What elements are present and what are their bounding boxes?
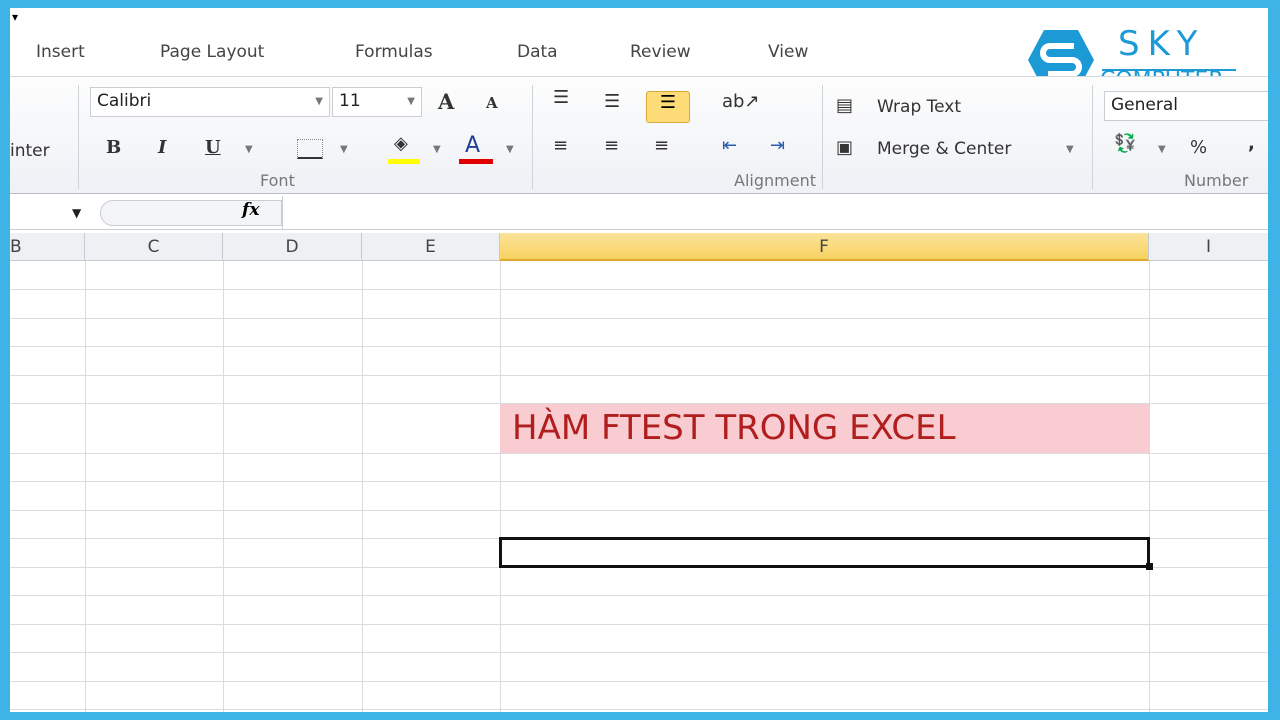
formula-bar: ▼ fx	[10, 196, 1268, 230]
quick-access-dropdown-icon[interactable]: ▾	[12, 10, 18, 24]
column-header-i[interactable]: I	[1149, 233, 1268, 261]
chevron-down-icon: ▼	[407, 96, 415, 107]
orientation-icon[interactable]: ab↗	[722, 91, 760, 112]
title-cell[interactable]: HÀM FTEST TRONG EXCEL	[500, 404, 1149, 453]
bold-button[interactable]: B	[106, 137, 121, 158]
column-header-d[interactable]: D	[223, 233, 362, 261]
selected-cell[interactable]	[499, 537, 1150, 568]
column-header-e[interactable]: E	[362, 233, 500, 261]
name-box-dropdown-icon[interactable]: ▼	[72, 206, 81, 220]
merge-dropdown-icon[interactable]: ▼	[1066, 144, 1074, 155]
column-header-c[interactable]: C	[85, 233, 223, 261]
chevron-down-icon: ▼	[315, 96, 323, 107]
fill-handle[interactable]	[1146, 563, 1153, 570]
merge-center-button[interactable]: Merge & Center	[877, 139, 1011, 159]
font-color-button[interactable]: A	[465, 133, 480, 158]
align-middle-icon[interactable]: ☰	[604, 91, 620, 112]
tab-formulas[interactable]: Formulas	[355, 42, 433, 62]
format-painter-button[interactable]: inter	[10, 141, 50, 161]
currency-format-icon[interactable]: 💱	[1114, 133, 1136, 154]
tab-view[interactable]: View	[768, 42, 808, 62]
comma-button[interactable]: ,	[1248, 133, 1255, 154]
align-center-icon[interactable]: ≡	[604, 135, 619, 156]
tab-page-layout[interactable]: Page Layout	[160, 42, 264, 62]
fill-color-dropdown-icon[interactable]: ▼	[433, 144, 441, 155]
align-bottom-button[interactable]: ☰	[646, 91, 690, 123]
font-color-swatch	[459, 159, 493, 164]
logo-text-sky: SKY	[1118, 24, 1206, 64]
merge-center-icon: ▣	[836, 137, 854, 158]
underline-button[interactable]: U	[205, 137, 221, 158]
tab-insert[interactable]: Insert	[36, 42, 85, 62]
tab-data[interactable]: Data	[517, 42, 558, 62]
shrink-font-button[interactable]: A	[486, 94, 498, 112]
font-size-select[interactable]: 11 ▼	[332, 87, 422, 117]
column-headers: B C D E F I	[10, 233, 1268, 261]
font-size-value: 11	[339, 91, 361, 111]
number-group-label: Number	[1184, 171, 1249, 190]
grow-font-button[interactable]: A	[438, 89, 454, 114]
increase-indent-icon[interactable]: ⇥	[770, 135, 785, 156]
font-name-select[interactable]: Calibri ▼	[90, 87, 330, 117]
formula-input[interactable]	[282, 196, 1268, 230]
font-group-label: Font	[260, 171, 295, 190]
percent-button[interactable]: %	[1190, 137, 1207, 158]
ribbon: inter Calibri ▼ 11 ▼ A A B I U ▼ ▼ ◈ ▼ A ▼…	[10, 76, 1268, 194]
column-header-f[interactable]: F	[500, 233, 1149, 261]
excel-window: ▾ Insert Page Layout Formulas Data Revie…	[10, 8, 1268, 712]
wrap-text-icon: ▤	[836, 95, 854, 116]
align-right-icon[interactable]: ≡	[654, 135, 669, 156]
tab-review[interactable]: Review	[630, 42, 691, 62]
align-left-icon[interactable]: ≡	[553, 135, 568, 156]
underline-dropdown-icon[interactable]: ▼	[245, 144, 253, 155]
fill-color-swatch	[388, 159, 420, 164]
number-format-select[interactable]: General	[1104, 91, 1268, 121]
font-color-dropdown-icon[interactable]: ▼	[506, 144, 514, 155]
fill-color-icon[interactable]: ◈	[394, 133, 408, 154]
borders-icon[interactable]	[297, 139, 323, 159]
column-header-b[interactable]: B	[10, 233, 85, 261]
italic-button[interactable]: I	[158, 137, 166, 158]
currency-dropdown-icon[interactable]: ▼	[1158, 144, 1166, 155]
align-top-icon[interactable]: ☰	[553, 87, 569, 108]
borders-dropdown-icon[interactable]: ▼	[340, 144, 348, 155]
insert-function-button[interactable]: fx	[242, 200, 259, 220]
decrease-indent-icon[interactable]: ⇤	[722, 135, 737, 156]
font-name-value: Calibri	[97, 91, 152, 111]
alignment-group-label: Alignment	[734, 171, 816, 190]
wrap-text-button[interactable]: Wrap Text	[877, 97, 961, 117]
